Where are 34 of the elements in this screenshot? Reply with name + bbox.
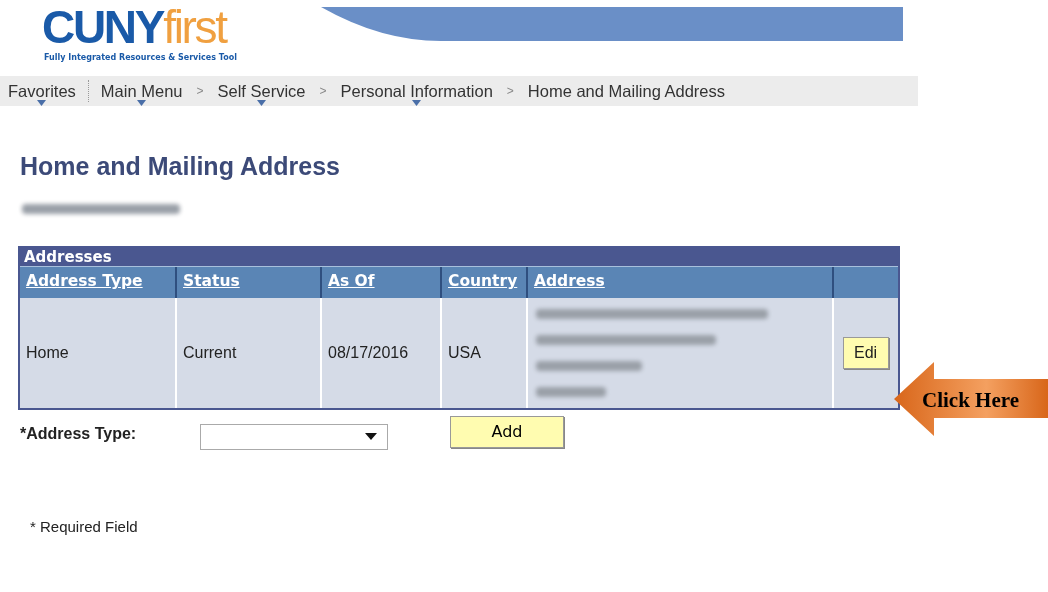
table-cell-text: 08/17/2016 [328,342,409,363]
field-label: *Address Type: [20,423,138,444]
table-cell-text: Home [26,342,69,363]
column-header-link[interactable]: As Of [328,270,375,294]
column-header-link[interactable]: Status [183,270,240,294]
callout-arrow-icon [894,362,1048,436]
breadcrumb-link[interactable]: Home and Mailing Address [527,76,725,106]
column-header-link[interactable]: Country [448,270,518,294]
breadcrumb-separator: > [319,83,327,100]
dropdown-arrow-icon [365,433,377,440]
table-cell-text: USA [448,342,481,363]
logo-tagline: Fully Integrated Resources & Services Tool [44,52,237,64]
table-cell-text: Current [183,342,237,363]
dropdown-caret-icon [37,100,47,106]
add-button[interactable]: Add [450,415,564,448]
column-header-link[interactable]: Address [534,270,605,294]
logo: CUNYfirst [42,4,228,50]
breadcrumb-link[interactable]: Self Service [217,76,306,106]
address-type-dropdown[interactable] [200,423,388,450]
blurred-text [536,386,606,397]
breadcrumb-separator: > [506,83,514,100]
breadcrumb-link[interactable]: Main Menu [100,76,183,106]
table-title: Addresses [20,247,898,266]
dropdown-caret-icon [137,100,147,106]
breadcrumb-link[interactable]: Personal Information [340,76,493,106]
column-header-link[interactable]: Address Type [26,270,143,294]
required-field-note: * Required Field [30,516,139,537]
page-title: Home and Mailing Address [20,151,341,182]
callout-label: Click Here [922,387,1019,414]
breadcrumb-separator: > [196,83,204,100]
edit-button[interactable]: Edi [843,336,889,369]
dropdown-caret-icon [257,100,266,106]
dropdown-caret-icon [412,100,422,106]
breadcrumb-link[interactable]: Favorites [8,76,76,106]
